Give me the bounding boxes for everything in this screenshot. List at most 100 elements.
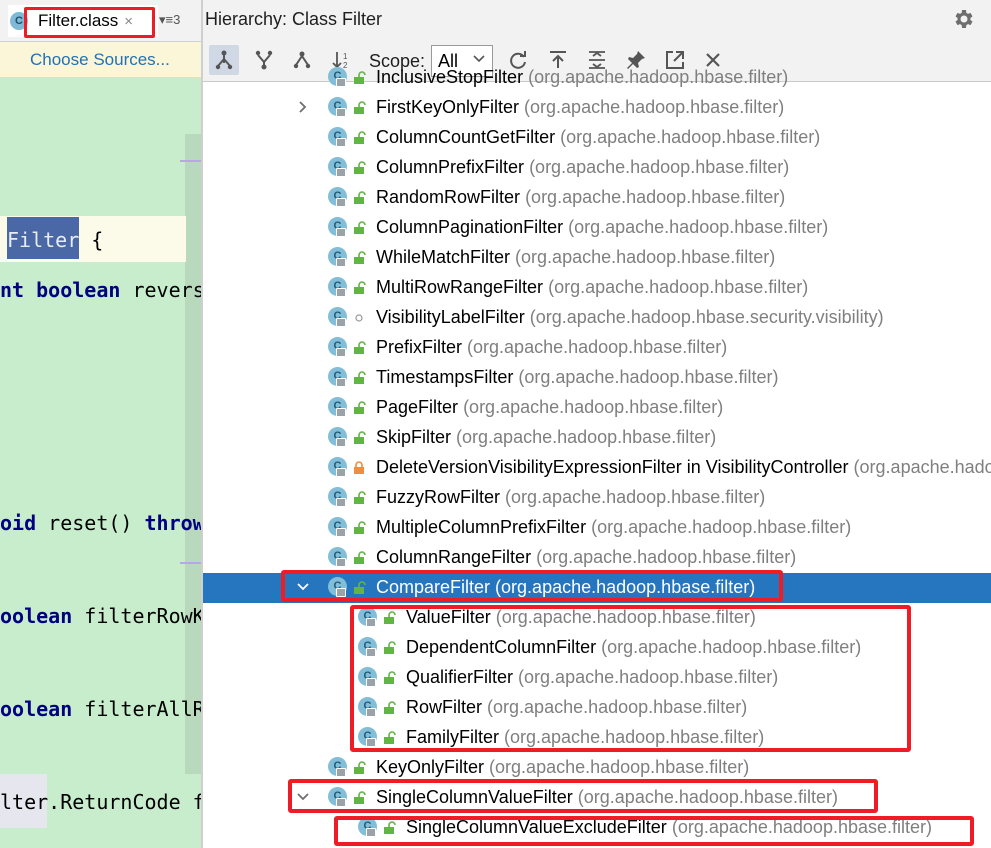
tree-row[interactable]: C FuzzyRowFilter (org.apache.hadoop.hbase… bbox=[203, 483, 991, 513]
code-keyword: oid bbox=[0, 511, 37, 535]
public-unlock-icon bbox=[354, 221, 366, 234]
class-name: FirstKeyOnlyFilter bbox=[376, 97, 520, 117]
class-icon: C bbox=[328, 337, 347, 357]
tree-row[interactable]: C InclusiveStopFilter (org.apache.hadoop.… bbox=[203, 63, 991, 93]
fold-marker bbox=[180, 160, 201, 162]
tree-row[interactable]: C DeleteVersionVisibilityExpressionFilter… bbox=[203, 453, 991, 483]
code-text: revers bbox=[120, 278, 201, 302]
class-file-lock-icon bbox=[336, 438, 346, 447]
class-name: KeyOnlyFilter bbox=[376, 757, 485, 777]
class-name: ColumnPrefixFilter bbox=[376, 157, 525, 177]
package-name: (org.apache.hadoop.hbase.filter) bbox=[505, 487, 766, 507]
class-name: ColumnCountGetFilter bbox=[376, 127, 556, 147]
tree-row[interactable]: C ColumnCountGetFilter (org.apache.hadoop… bbox=[203, 123, 991, 153]
tree-row[interactable]: C ColumnRangeFilter (org.apache.hadoop.hb… bbox=[203, 543, 991, 573]
annotation-box-excludefilter bbox=[334, 816, 974, 846]
decompiled-banner: Choose Sources... bbox=[0, 42, 201, 78]
package-name: (org.apache.hadoop.hbase.security.visibi… bbox=[853, 457, 991, 477]
annotation-box-singlecolumnvaluefilter bbox=[288, 779, 878, 813]
code-text: filterRowK bbox=[72, 604, 201, 628]
code-text: { bbox=[79, 228, 104, 252]
class-file-lock-icon bbox=[336, 318, 346, 327]
public-unlock-icon bbox=[354, 281, 366, 294]
tree-row-label: FirstKeyOnlyFilter (org.apache.hadoop.hb… bbox=[376, 97, 784, 118]
private-lock-icon bbox=[354, 461, 364, 474]
class-name: MultipleColumnPrefixFilter bbox=[376, 517, 587, 537]
tree-row[interactable]: C WhileMatchFilter (org.apache.hadoop.hba… bbox=[203, 243, 991, 273]
tree-row-label: WhileMatchFilter (org.apache.hadoop.hbas… bbox=[376, 247, 775, 268]
tree-row-label: DeleteVersionVisibilityExpressionFilter … bbox=[376, 457, 991, 478]
tree-row[interactable]: C PageFilter (org.apache.hadoop.hbase.fil… bbox=[203, 393, 991, 423]
package-name: (org.apache.hadoop.hbase.filter) bbox=[529, 157, 790, 177]
code-line: oolean filterAllR bbox=[0, 697, 201, 721]
class-name: VisibilityLabelFilter bbox=[376, 307, 525, 327]
code-area[interactable]: Filter { nt boolean revers oid reset() t… bbox=[0, 78, 201, 848]
class-name: MultiRowRangeFilter bbox=[376, 277, 544, 297]
tree-row[interactable]: C PrefixFilter (org.apache.hadoop.hbase.f… bbox=[203, 333, 991, 363]
gear-icon[interactable] bbox=[951, 7, 975, 31]
code-text: filterAllR bbox=[72, 697, 201, 721]
tree-row-label: ColumnPrefixFilter (org.apache.hadoop.hb… bbox=[376, 157, 789, 178]
class-icon: C bbox=[328, 187, 347, 207]
tree-row[interactable]: C MultiRowRangeFilter (org.apache.hadoop.… bbox=[203, 273, 991, 303]
tree-row[interactable]: C VisibilityLabelFilter (org.apache.hadoo… bbox=[203, 303, 991, 333]
class-name: PrefixFilter bbox=[376, 337, 463, 357]
tree-row[interactable]: C TimestampsFilter (org.apache.hadoop.hba… bbox=[203, 363, 991, 393]
code-keyword: oolean bbox=[0, 697, 73, 721]
class-icon: C bbox=[328, 127, 347, 147]
tree-row-label: PrefixFilter (org.apache.hadoop.hbase.fi… bbox=[376, 337, 727, 358]
class-file-lock-icon bbox=[336, 348, 346, 357]
class-file-lock-icon bbox=[336, 558, 346, 567]
class-file-lock-icon bbox=[336, 768, 346, 777]
class-name: SkipFilter bbox=[376, 427, 452, 447]
tree-row[interactable]: C FirstKeyOnlyFilter (org.apache.hadoop.h… bbox=[203, 93, 991, 123]
package-name: (org.apache.hadoop.hbase.filter) bbox=[467, 337, 728, 357]
class-icon: C bbox=[328, 517, 347, 537]
code-selected-text: Filter bbox=[7, 228, 80, 252]
public-unlock-icon bbox=[354, 431, 366, 444]
class-file-lock-icon bbox=[336, 408, 346, 417]
class-icon: C bbox=[328, 427, 347, 447]
choose-sources-link[interactable]: Choose Sources... bbox=[30, 50, 170, 70]
tree-row[interactable]: C MultipleColumnPrefixFilter (org.apache.… bbox=[203, 513, 991, 543]
tree-row-label: SkipFilter (org.apache.hadoop.hbase.filt… bbox=[376, 427, 716, 448]
public-unlock-icon bbox=[354, 191, 366, 204]
code-line: oid reset() throw bbox=[0, 511, 201, 535]
package-name: (org.apache.hadoop.hbase.filter) bbox=[548, 277, 809, 297]
package-name: (org.apache.hadoop.hbase.filter) bbox=[463, 397, 724, 417]
tree-row[interactable]: C ColumnPrefixFilter (org.apache.hadoop.h… bbox=[203, 153, 991, 183]
class-name: ColumnRangeFilter bbox=[376, 547, 532, 567]
class-icon: C bbox=[328, 397, 347, 417]
tree-row-label: MultipleColumnPrefixFilter (org.apache.h… bbox=[376, 517, 851, 538]
class-icon: C bbox=[328, 277, 347, 297]
tree-row[interactable]: C ColumnPaginationFilter (org.apache.hado… bbox=[203, 213, 991, 243]
tab-overflow-button[interactable]: ▾≡3 bbox=[159, 12, 180, 28]
class-file-lock-icon bbox=[336, 498, 346, 507]
class-name: FuzzyRowFilter bbox=[376, 487, 501, 507]
public-unlock-icon bbox=[354, 491, 366, 504]
package-name: (org.apache.hadoop.hbase.filter) bbox=[515, 247, 776, 267]
tree-row-label: ColumnRangeFilter (org.apache.hadoop.hba… bbox=[376, 547, 796, 568]
public-unlock-icon bbox=[354, 341, 366, 354]
class-icon: C bbox=[328, 757, 347, 777]
tree-row[interactable]: C SkipFilter (org.apache.hadoop.hbase.fil… bbox=[203, 423, 991, 453]
tree-row-label: InclusiveStopFilter (org.apache.hadoop.h… bbox=[376, 67, 788, 88]
package-name: (org.apache.hadoop.hbase.filter) bbox=[456, 427, 717, 447]
class-icon: C bbox=[328, 157, 347, 177]
tree-row[interactable]: C RandomRowFilter (org.apache.hadoop.hbas… bbox=[203, 183, 991, 213]
class-file-lock-icon bbox=[336, 468, 346, 477]
code-keyword: oolean bbox=[0, 604, 73, 628]
package-name: (org.apache.hadoop.hbase.filter) bbox=[528, 67, 789, 87]
class-file-lock-icon bbox=[336, 378, 346, 387]
svg-text:1: 1 bbox=[343, 52, 348, 61]
public-unlock-icon bbox=[354, 131, 366, 144]
class-file-lock-icon bbox=[336, 78, 346, 87]
editor-pane: C Filter.class × ▾≡3 Choose Sources... F… bbox=[0, 0, 201, 848]
chevron-right-icon[interactable] bbox=[296, 100, 310, 114]
tree-row-label: MultiRowRangeFilter (org.apache.hadoop.h… bbox=[376, 277, 808, 298]
package-private-icon bbox=[355, 314, 363, 322]
package-name: (org.apache.hadoop.hbase.filter) bbox=[489, 757, 750, 777]
public-unlock-icon bbox=[354, 761, 366, 774]
tree-row-label: RandomRowFilter (org.apache.hadoop.hbase… bbox=[376, 187, 785, 208]
class-file-lock-icon bbox=[336, 228, 346, 237]
